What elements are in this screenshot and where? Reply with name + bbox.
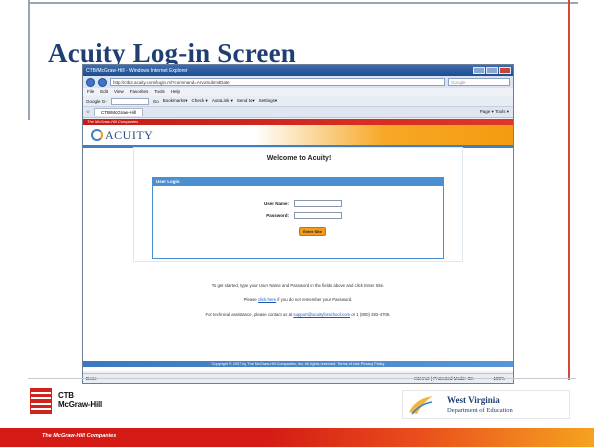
- company-footer-text: The McGraw-Hill Companies: [42, 433, 117, 439]
- search-input[interactable]: Google: [448, 78, 510, 86]
- support-text: For technical assistance, please contact…: [83, 312, 513, 317]
- click-here-link[interactable]: click here: [258, 297, 276, 302]
- wv-subtitle: Department of Education: [447, 407, 513, 414]
- red-footer: The McGraw-Hill Companies: [0, 428, 594, 447]
- tab-ctb[interactable]: CTB/McGraw-Hill: [94, 108, 143, 116]
- page-tools-menu[interactable]: Page ▾ Tools ▾: [480, 109, 513, 115]
- page-footer: Copyright © 2007 by The McGraw-Hill Comp…: [83, 361, 513, 367]
- menu-help[interactable]: Help: [171, 88, 180, 96]
- browser-window: CTB/McGraw-Hill - Windows Internet Explo…: [82, 64, 514, 384]
- status-text: Done: [86, 374, 97, 383]
- acuity-page: The McGraw-Hill Companies ACUITY Welcome…: [83, 119, 513, 371]
- bookmarks-button[interactable]: Bookmarks▾: [163, 98, 188, 104]
- support-email-link[interactable]: support@acuityforschool.com: [293, 312, 350, 317]
- menu-view[interactable]: View: [114, 88, 124, 96]
- url-input[interactable]: http://ctb2.acuity.com/login.ml?command=…: [110, 78, 445, 86]
- ctb-mcgraw-hill-text: CTB McGraw-Hill: [58, 391, 102, 409]
- instructions-text: To get started, type your User Name and …: [211, 283, 385, 288]
- window-title: CTB/McGraw-Hill - Windows Internet Explo…: [86, 67, 188, 74]
- login-panel: User Login User Name: Password: Enter Si…: [152, 177, 444, 259]
- menu-bar: File Edit View Favorites Tools Help: [83, 88, 513, 96]
- google-toolbar: Google G- Go Bookmarks▾ Check ▾ AutoLink…: [83, 96, 513, 107]
- welcome-heading: Welcome to Acuity!: [266, 155, 332, 162]
- settings-button[interactable]: Settings▾: [259, 98, 278, 104]
- support-pre: For technical assistance, please contact…: [205, 312, 294, 317]
- password-field[interactable]: [294, 212, 342, 219]
- mcgraw-hill-logo: [30, 388, 52, 414]
- password-label: Password:: [266, 213, 289, 218]
- google-label: Google G-: [86, 98, 107, 104]
- sendto-button[interactable]: Send to▾: [237, 98, 255, 104]
- forgot-pre: Please: [243, 297, 258, 302]
- menu-favorites[interactable]: Favorites: [130, 88, 149, 96]
- address-bar: http://ctb2.acuity.com/login.ml?command=…: [83, 76, 513, 88]
- menu-file[interactable]: File: [87, 88, 94, 96]
- window-titlebar: CTB/McGraw-Hill - Windows Internet Explo…: [83, 65, 513, 76]
- ctb-line1: CTB: [58, 391, 74, 400]
- slide: Acuity Log-in Screen CTB/McGraw-Hill - W…: [0, 0, 594, 447]
- support-post: or 1 (800) 282-4705.: [350, 312, 391, 317]
- username-label: User Name:: [263, 201, 289, 206]
- enter-site-button[interactable]: Enter Site: [299, 227, 326, 236]
- username-row: User Name:: [153, 199, 443, 208]
- password-row: Password:: [153, 211, 443, 220]
- window-controls: [473, 67, 513, 74]
- close-button[interactable]: [499, 67, 511, 74]
- menu-edit[interactable]: Edit: [100, 88, 108, 96]
- acuity-logo-icon: [91, 129, 103, 141]
- zoom-level[interactable]: 100%: [493, 374, 513, 383]
- autolink-button[interactable]: AutoLink ▾: [212, 98, 233, 104]
- login-header: User Login: [153, 178, 443, 186]
- forgot-password-text: Please click here if you do not remember…: [83, 297, 513, 302]
- wv-logo: West Virginia Department of Education: [402, 390, 570, 419]
- minimize-button[interactable]: [473, 67, 485, 74]
- security-zone: Internet | Protected Mode: On: [414, 374, 493, 383]
- top-rule: [30, 2, 578, 4]
- forward-icon[interactable]: [98, 77, 107, 87]
- ctb-line2: McGraw-Hill: [58, 400, 103, 409]
- welcome-area: Welcome to Acuity! User Login User Name:…: [133, 147, 463, 262]
- tab-bar: ☆ CTB/McGraw-Hill Page ▾ Tools ▾: [83, 107, 513, 118]
- check-button[interactable]: Check ▾: [192, 98, 208, 104]
- back-icon[interactable]: [86, 77, 95, 87]
- left-rule: [28, 0, 30, 120]
- maximize-button[interactable]: [486, 67, 498, 74]
- wv-swoosh-icon: [409, 396, 433, 415]
- go-button[interactable]: Go: [153, 99, 159, 104]
- wv-title: West Virginia: [447, 395, 500, 405]
- forgot-post: if you do not remember your Password.: [276, 297, 353, 302]
- menu-tools[interactable]: Tools: [154, 88, 165, 96]
- bottom-rule: [28, 378, 576, 379]
- star-icon[interactable]: ☆: [86, 109, 90, 115]
- username-field[interactable]: [294, 200, 342, 207]
- right-rule: [568, 0, 570, 380]
- google-search-input[interactable]: [110, 97, 149, 105]
- acuity-logo-text: ACUITY: [105, 127, 154, 142]
- brand-band: ACUITY: [83, 125, 513, 145]
